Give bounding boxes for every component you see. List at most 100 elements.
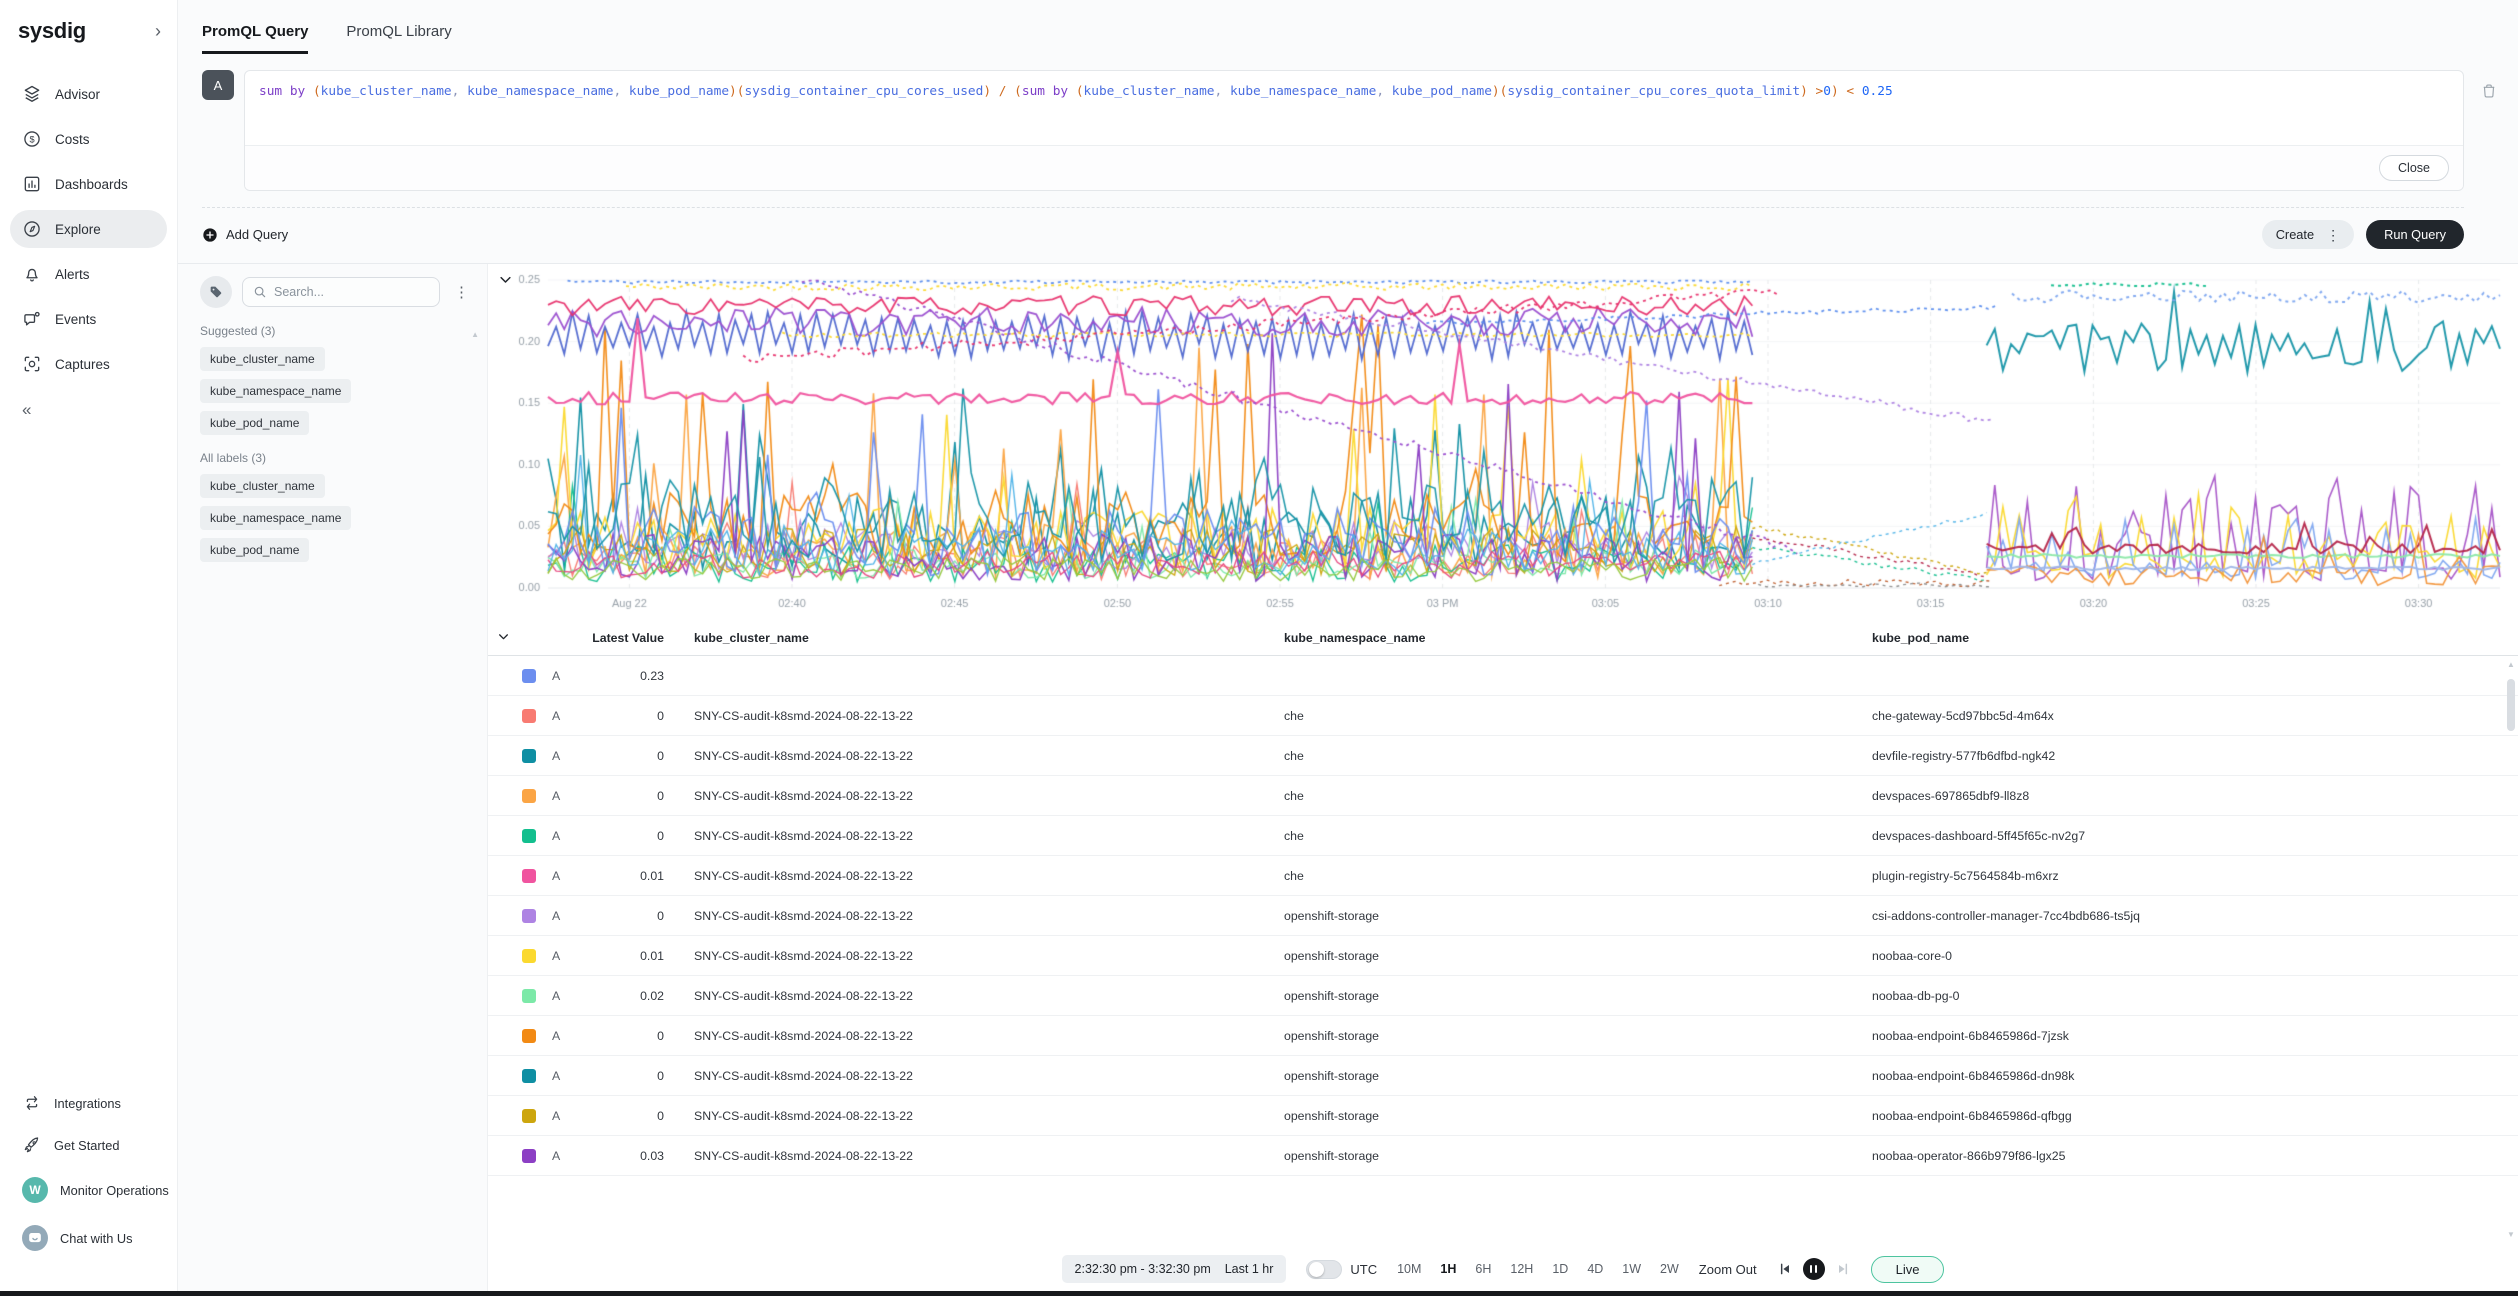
results-table: Latest Value kube_cluster_name kube_name… [488, 620, 2518, 1247]
cell-cluster: SNY-CS-audit-k8smd-2024-08-22-13-22 [694, 949, 1284, 963]
events-icon [22, 309, 42, 329]
range-button-6h[interactable]: 6H [1475, 1262, 1491, 1276]
table-row[interactable]: A0.01SNY-CS-audit-k8smd-2024-08-22-13-22… [488, 856, 2518, 896]
range-button-1d[interactable]: 1D [1552, 1262, 1568, 1276]
cell-namespace: che [1284, 709, 1872, 723]
table-row[interactable]: A0SNY-CS-audit-k8smd-2024-08-22-13-22che… [488, 696, 2518, 736]
cell-latest-value: 0.23 [580, 669, 664, 683]
cell-series: A [552, 749, 580, 763]
range-button-1h[interactable]: 1H [1440, 1262, 1456, 1276]
sidebar-footer-label: Monitor Operations [60, 1183, 169, 1198]
add-query-label: Add Query [226, 227, 288, 242]
label-search-input[interactable] [274, 285, 429, 299]
series-color-swatch [522, 829, 536, 843]
column-header-cluster[interactable]: kube_cluster_name [694, 631, 1284, 645]
cell-namespace: openshift-storage [1284, 1109, 1872, 1123]
label-chip[interactable]: kube_pod_name [200, 538, 309, 562]
chart-panel [488, 264, 2518, 620]
table-scrollbar[interactable]: ▲ ▼ [2506, 660, 2516, 1239]
scrollbar-thumb[interactable] [2507, 679, 2515, 731]
table-row[interactable]: A0SNY-CS-audit-k8smd-2024-08-22-13-22ope… [488, 1016, 2518, 1056]
sidebar-item-advisor[interactable]: Advisor [10, 75, 167, 113]
promql-query-input[interactable]: sum by (kube_cluster_name, kube_namespac… [245, 71, 2463, 145]
table-row[interactable]: A0SNY-CS-audit-k8smd-2024-08-22-13-22ope… [488, 1096, 2518, 1136]
cell-series: A [552, 1029, 580, 1043]
range-button-2w[interactable]: 2W [1660, 1262, 1679, 1276]
cell-series: A [552, 989, 580, 1003]
create-menu-kebab-icon[interactable]: ⋮ [2326, 228, 2340, 242]
live-button[interactable]: Live [1871, 1256, 1945, 1283]
sidebar-item-label: Captures [55, 357, 110, 372]
table-row[interactable]: A0SNY-CS-audit-k8smd-2024-08-22-13-22che… [488, 736, 2518, 776]
range-button-12h[interactable]: 12H [1510, 1262, 1533, 1276]
column-header-pod[interactable]: kube_pod_name [1872, 631, 2502, 645]
sidebar-item-events[interactable]: Events [10, 300, 167, 338]
range-button-10m[interactable]: 10M [1397, 1262, 1421, 1276]
sidebar-item-captures[interactable]: Captures [10, 345, 167, 383]
sidebar-footer-item-integrations[interactable]: Integrations [10, 1085, 167, 1121]
scroll-up-icon[interactable]: ▲ [2506, 660, 2516, 669]
time-range-label: Last 1 hr [1225, 1262, 1274, 1276]
sidebar-footer: Integrations Get Started WMonitor Operatio… [0, 1079, 177, 1291]
utc-toggle[interactable] [1306, 1260, 1342, 1279]
sidebar-item-label: Events [55, 312, 96, 327]
table-collapse-chevron-icon[interactable] [497, 630, 510, 646]
range-button-1w[interactable]: 1W [1622, 1262, 1641, 1276]
sidebar-item-explore[interactable]: Explore [10, 210, 167, 248]
cell-series: A [552, 909, 580, 923]
label-chip[interactable]: kube_cluster_name [200, 347, 325, 371]
sidebar-footer-item-monitor-operations[interactable]: WMonitor Operations [10, 1169, 167, 1211]
add-query-button[interactable]: Add Query [202, 227, 288, 243]
cell-pod: devspaces-dashboard-5ff45f65c-nv2g7 [1872, 829, 2502, 843]
column-header-namespace[interactable]: kube_namespace_name [1284, 631, 1872, 645]
pause-button[interactable] [1803, 1258, 1825, 1280]
table-row[interactable]: A0.01SNY-CS-audit-k8smd-2024-08-22-13-22… [488, 936, 2518, 976]
label-chip[interactable]: kube_pod_name [200, 411, 309, 435]
table-row[interactable]: A0SNY-CS-audit-k8smd-2024-08-22-13-22che… [488, 816, 2518, 856]
chart-collapse-chevron-icon[interactable] [498, 272, 513, 292]
create-button[interactable]: Create ⋮ [2262, 220, 2354, 249]
column-header-latest-value[interactable]: Latest Value [580, 631, 664, 645]
sidebar-item-alerts[interactable]: Alerts [10, 255, 167, 293]
sidebar-item-costs[interactable]: $Costs [10, 120, 167, 158]
cell-series: A [552, 869, 580, 883]
tab-promql-library[interactable]: PromQL Library [346, 23, 451, 54]
sidebar-item-dashboards[interactable]: Dashboards [10, 165, 167, 203]
series-color-swatch [522, 909, 536, 923]
trash-icon[interactable] [2480, 82, 2498, 105]
label-chip[interactable]: kube_namespace_name [200, 506, 351, 530]
table-row[interactable]: A0.23 [488, 656, 2518, 696]
table-row[interactable]: A0.02SNY-CS-audit-k8smd-2024-08-22-13-22… [488, 976, 2518, 1016]
tab-promql-query[interactable]: PromQL Query [202, 23, 308, 54]
label-chip[interactable]: kube_namespace_name [200, 379, 351, 403]
sidebar-footer-item-get-started[interactable]: Get Started [10, 1127, 167, 1163]
skip-forward-icon[interactable] [1835, 1261, 1851, 1277]
labels-panel-kebab-icon[interactable]: ⋮ [450, 281, 473, 303]
cell-pod: plugin-registry-5c7564584b-m6xrz [1872, 869, 2502, 883]
sidebar-footer-item-chat-with-us[interactable]: Chat with Us [10, 1217, 167, 1259]
time-range-picker[interactable]: 2:32:30 pm - 3:32:30 pm Last 1 hr [1062, 1255, 1287, 1283]
tag-filter-button[interactable] [200, 276, 232, 308]
sidebar: sysdig › Advisor$CostsDashboardsExploreA… [0, 0, 178, 1291]
zoom-out-button[interactable]: Zoom Out [1699, 1262, 1757, 1277]
scroll-down-icon[interactable]: ▼ [2506, 1230, 2516, 1239]
labels-scroll-up-icon[interactable]: ▲ [471, 330, 479, 339]
table-row[interactable]: A0SNY-CS-audit-k8smd-2024-08-22-13-22che… [488, 776, 2518, 816]
sidebar-collapse-icon[interactable]: « [0, 390, 177, 430]
table-row[interactable]: A0SNY-CS-audit-k8smd-2024-08-22-13-22ope… [488, 1056, 2518, 1096]
run-query-button[interactable]: Run Query [2366, 220, 2464, 249]
sidebar-expand-chevron-icon[interactable]: › [155, 22, 161, 40]
close-button[interactable]: Close [2379, 155, 2449, 181]
table-row[interactable]: A0SNY-CS-audit-k8smd-2024-08-22-13-22ope… [488, 896, 2518, 936]
cell-cluster: SNY-CS-audit-k8smd-2024-08-22-13-22 [694, 909, 1284, 923]
timeseries-chart[interactable] [490, 268, 2510, 620]
label-chip[interactable]: kube_cluster_name [200, 474, 325, 498]
table-row[interactable]: A0.03SNY-CS-audit-k8smd-2024-08-22-13-22… [488, 1136, 2518, 1176]
range-button-4d[interactable]: 4D [1587, 1262, 1603, 1276]
series-color-swatch [522, 1109, 536, 1123]
skip-back-icon[interactable] [1777, 1261, 1793, 1277]
sidebar-item-label: Advisor [55, 87, 100, 102]
plus-circle-icon [202, 227, 218, 243]
query-actions-row: Add Query Create ⋮ Run Query [202, 207, 2464, 263]
labels-panel: ⋮ ▲ Suggested (3)kube_cluster_namekube_n… [178, 264, 488, 1291]
